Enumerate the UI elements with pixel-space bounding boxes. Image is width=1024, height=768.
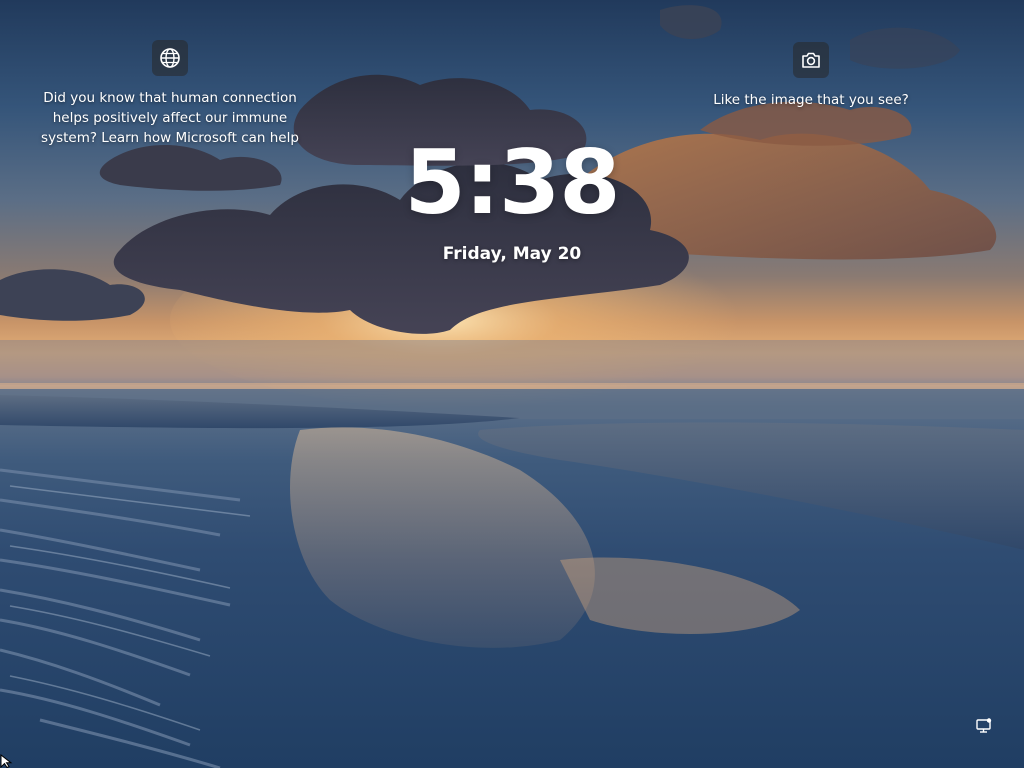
globe-icon-button[interactable] (152, 40, 188, 76)
clock-time: 5:38 (404, 131, 621, 234)
mouse-pointer-icon (0, 754, 13, 768)
globe-icon (160, 48, 180, 68)
spotlight-feedback[interactable]: Like the image that you see? (700, 42, 922, 110)
camera-icon-button[interactable] (793, 42, 829, 78)
spotlight-feedback-text[interactable]: Like the image that you see? (713, 90, 909, 110)
clock-date: Friday, May 20 (442, 244, 582, 264)
network-icon (976, 718, 992, 733)
lock-screen[interactable]: Did you know that human connection helps… (0, 0, 1024, 768)
network-status-button[interactable] (972, 714, 996, 738)
camera-icon (802, 52, 820, 68)
